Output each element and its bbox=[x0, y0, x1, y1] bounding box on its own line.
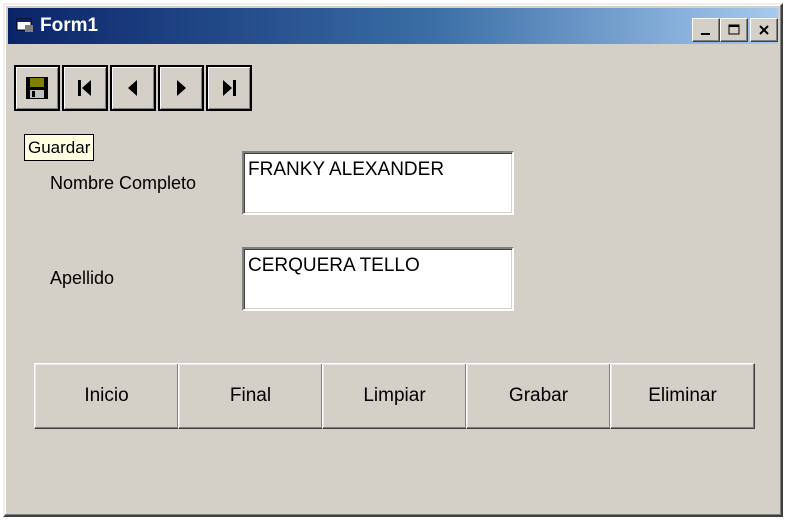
last-record-button[interactable] bbox=[206, 65, 252, 111]
title-bar[interactable]: Form1 bbox=[8, 8, 778, 44]
close-button[interactable] bbox=[750, 18, 778, 42]
eliminar-button[interactable]: Eliminar bbox=[610, 363, 755, 429]
minimize-icon bbox=[701, 33, 710, 35]
window-title: Form1 bbox=[40, 15, 99, 36]
first-record-icon bbox=[78, 80, 91, 96]
form1-window: Form1 Guardar Nombre Completo FRANKY ALE… bbox=[3, 3, 783, 517]
save-icon bbox=[26, 77, 48, 99]
limpiar-button[interactable]: Limpiar bbox=[322, 363, 467, 429]
minimize-button[interactable] bbox=[692, 18, 720, 42]
first-record-button[interactable] bbox=[62, 65, 108, 111]
save-button[interactable] bbox=[14, 65, 60, 111]
next-record-icon bbox=[177, 80, 186, 96]
close-icon bbox=[759, 25, 769, 35]
maximize-button[interactable] bbox=[720, 18, 748, 42]
final-button[interactable]: Final bbox=[178, 363, 323, 429]
form-icon bbox=[16, 18, 33, 32]
inicio-button[interactable]: Inicio bbox=[34, 363, 179, 429]
last-record-icon bbox=[223, 80, 236, 96]
nombre-completo-label: Nombre Completo bbox=[50, 173, 197, 193]
grabar-button[interactable]: Grabar bbox=[466, 363, 611, 429]
save-tooltip: Guardar bbox=[24, 134, 95, 161]
nombre-completo-input[interactable]: FRANKY ALEXANDER bbox=[242, 151, 514, 215]
apellido-input[interactable]: CERQUERA TELLO bbox=[242, 247, 514, 311]
apellido-label: Apellido bbox=[50, 268, 115, 288]
next-record-button[interactable] bbox=[158, 65, 204, 111]
previous-record-button[interactable] bbox=[110, 65, 156, 111]
previous-record-icon bbox=[128, 80, 137, 96]
maximize-icon bbox=[728, 24, 740, 35]
